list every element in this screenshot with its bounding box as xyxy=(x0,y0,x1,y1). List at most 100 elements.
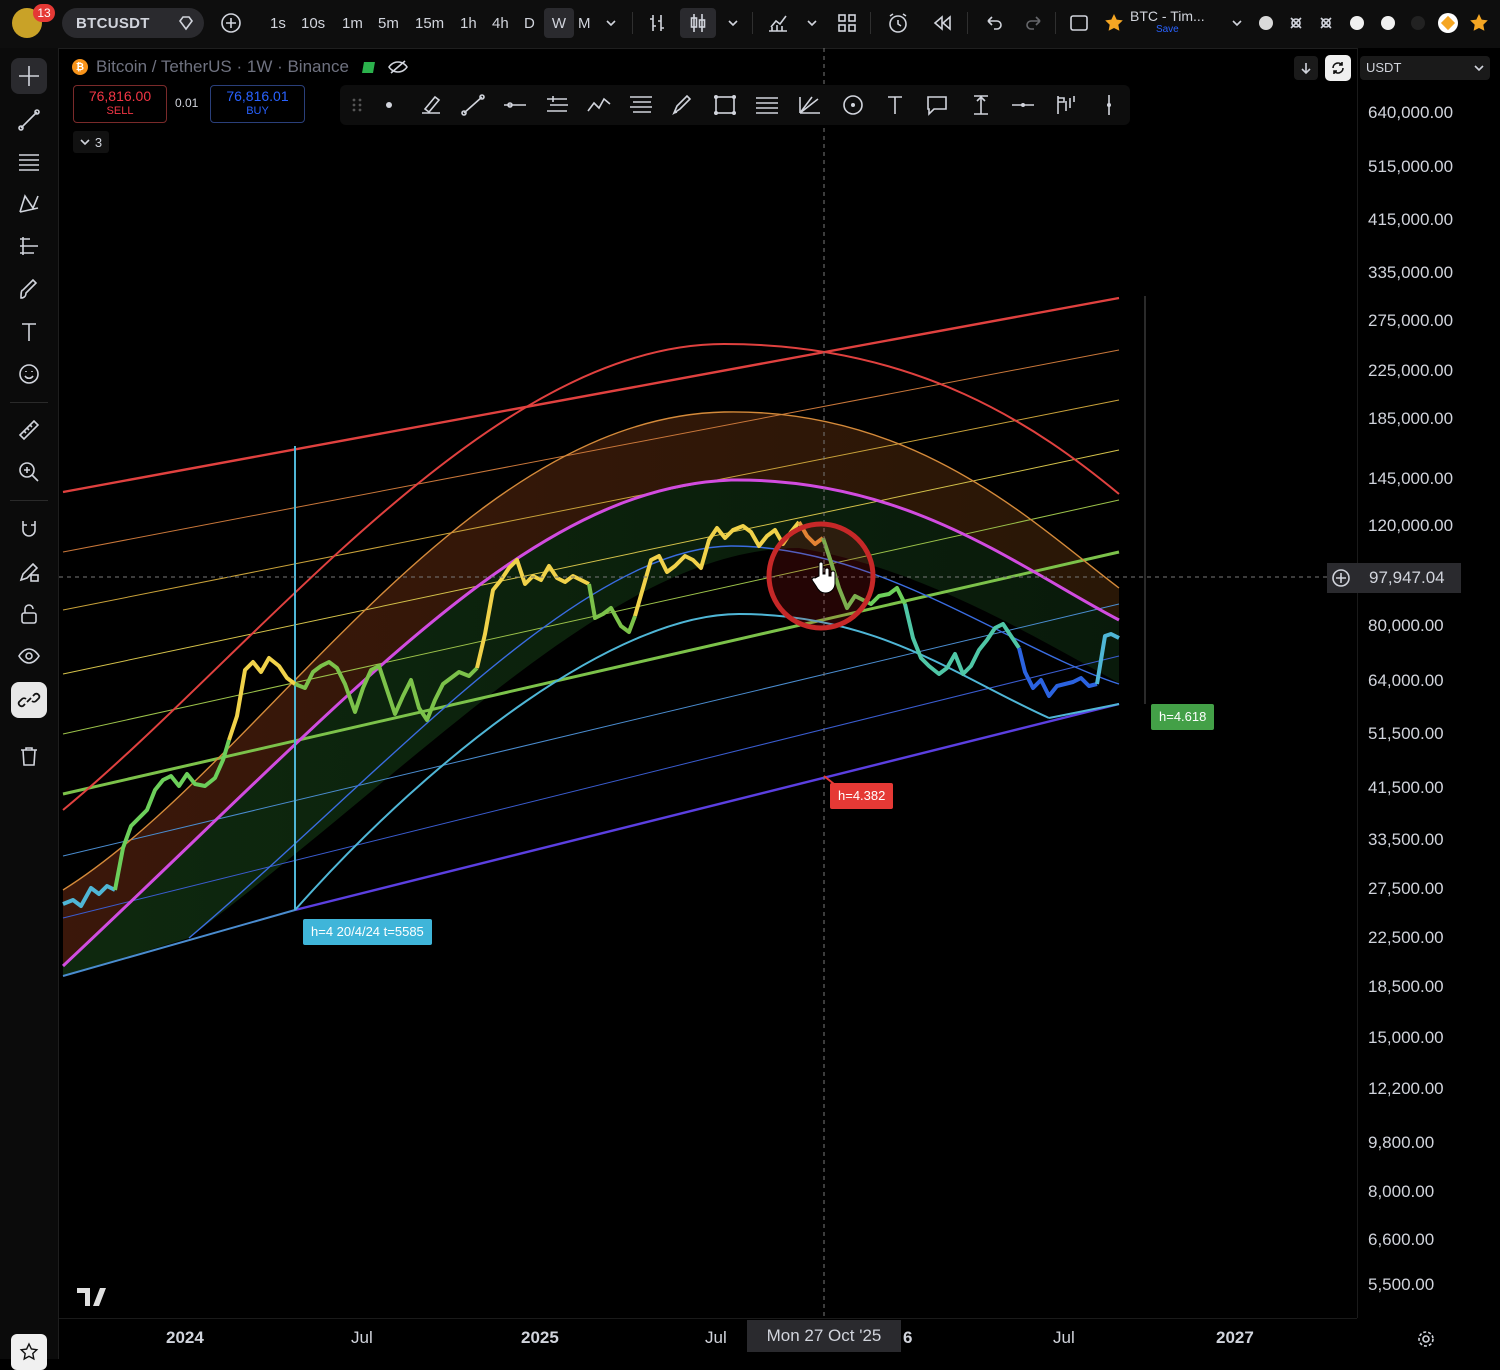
price-chart[interactable] xyxy=(59,48,1357,1318)
crosshair-price-value: 97,947.04 xyxy=(1369,568,1445,587)
horizontal-ray-icon[interactable] xyxy=(502,93,528,117)
timeframe-1s[interactable]: 1s xyxy=(266,8,290,38)
dot-icon[interactable] xyxy=(376,93,402,117)
price-tick: 41,500.00 xyxy=(1368,778,1444,797)
extension-orange-icon[interactable] xyxy=(1436,8,1460,38)
price-tick: 64,000.00 xyxy=(1368,671,1444,690)
rectangle-icon[interactable] xyxy=(712,93,738,117)
trend-line-tool[interactable] xyxy=(11,102,47,138)
drag-handle-icon[interactable] xyxy=(344,93,370,117)
emoji-tool[interactable] xyxy=(11,356,47,392)
text-tool[interactable] xyxy=(11,314,47,350)
long-position-icon[interactable] xyxy=(1052,93,1078,117)
green-band xyxy=(63,479,1119,976)
text-icon[interactable] xyxy=(882,93,908,117)
price-tick: 9,800.00 xyxy=(1368,1133,1435,1152)
sync-drawings-tool[interactable] xyxy=(11,682,47,718)
price-tick: 22,500.00 xyxy=(1368,928,1444,947)
timeframe-m[interactable]: M xyxy=(574,8,595,38)
brush-tool[interactable] xyxy=(11,272,47,308)
market-status-icon xyxy=(361,61,375,73)
indicators-toggle[interactable]: 3 xyxy=(73,131,109,153)
forecast-tool[interactable] xyxy=(11,228,47,264)
redo-button[interactable] xyxy=(1022,8,1048,38)
extension-dot-icon[interactable] xyxy=(1378,8,1398,38)
remove-drawings-tool[interactable] xyxy=(11,738,47,774)
layout-dropdown[interactable] xyxy=(1230,8,1244,38)
bar-style-button[interactable] xyxy=(644,8,670,38)
extension-dot-icon[interactable] xyxy=(1347,8,1367,38)
extension-cup-icon[interactable] xyxy=(1256,8,1276,38)
timeframe-w[interactable]: W xyxy=(544,8,574,38)
compare-symbol-button[interactable] xyxy=(218,8,244,38)
path-icon[interactable] xyxy=(586,93,612,117)
vertical-line-icon[interactable] xyxy=(1096,93,1122,117)
symbol-search-button[interactable]: BTCUSDT xyxy=(62,8,204,38)
fib-retracement-icon[interactable] xyxy=(628,93,654,117)
crosshair-price-label[interactable]: 97,947.04 xyxy=(1327,563,1461,593)
timeframe-1m[interactable]: 1m xyxy=(338,8,367,38)
annotation-label-red[interactable]: h=4.382 xyxy=(830,783,894,809)
stay-in-drawing-tool[interactable] xyxy=(11,554,47,590)
lock-drawings-tool[interactable] xyxy=(11,596,47,632)
timeframe-4h[interactable]: 4h xyxy=(488,8,513,38)
annotation-label-green[interactable]: h=4.618 xyxy=(1151,704,1215,730)
gann-icon[interactable] xyxy=(796,93,822,117)
crosshair-tool[interactable] xyxy=(11,58,47,94)
timeframe-15m[interactable]: 15m xyxy=(411,8,448,38)
channel-line-5 xyxy=(62,603,1120,857)
measure-tool[interactable] xyxy=(11,412,47,448)
parallel-channel-icon[interactable] xyxy=(544,93,570,117)
price-tick: 33,500.00 xyxy=(1368,830,1444,849)
favorites-tool[interactable] xyxy=(11,1334,47,1370)
undo-button[interactable] xyxy=(980,8,1006,38)
sell-button[interactable]: 76,816.00 SELL xyxy=(73,85,167,123)
eye-off-icon[interactable] xyxy=(387,59,408,75)
zoom-tool[interactable] xyxy=(11,454,47,490)
chart-type-dropdown[interactable] xyxy=(724,8,742,38)
annotation-label-cyan[interactable]: h=4 20/4/24 t=5585 xyxy=(303,919,432,945)
extension-bug-icon[interactable] xyxy=(1286,8,1306,38)
horizontal-line-icon[interactable] xyxy=(1010,93,1036,117)
fullscreen-button[interactable] xyxy=(1066,8,1092,38)
price-range-icon[interactable] xyxy=(968,93,994,117)
timeframe-10s[interactable]: 10s xyxy=(297,8,329,38)
buy-button[interactable]: 76,816.01 BUY xyxy=(210,85,305,123)
chart-settings-button[interactable] xyxy=(1416,1329,1436,1349)
fib-fan-icon[interactable] xyxy=(754,93,780,117)
circle-target-icon[interactable] xyxy=(840,93,866,117)
candles-button[interactable] xyxy=(680,8,716,38)
indicators-count: 3 xyxy=(94,134,103,150)
callout-icon[interactable] xyxy=(924,93,950,117)
timeframe-5m[interactable]: 5m xyxy=(374,8,403,38)
trend-line-icon[interactable] xyxy=(460,93,486,117)
favorites-star-icon[interactable] xyxy=(1468,8,1490,38)
extension-dot-icon[interactable] xyxy=(1408,8,1428,38)
timeframe-dropdown[interactable] xyxy=(602,8,620,38)
fib-tool[interactable] xyxy=(11,144,47,180)
symbol-label: BTCUSDT xyxy=(76,14,150,32)
layout-save-label: Save xyxy=(1155,24,1179,35)
hide-drawings-tool[interactable] xyxy=(11,638,47,674)
scroll-down-button[interactable] xyxy=(1294,56,1318,80)
layout-name-button[interactable]: BTC - Tim... Save xyxy=(1104,8,1244,38)
currency-select[interactable]: USDT xyxy=(1360,56,1490,80)
auto-scale-button[interactable] xyxy=(1325,55,1351,81)
layouts-button[interactable] xyxy=(834,8,860,38)
bars-icon xyxy=(650,15,664,31)
extension-close-icon[interactable] xyxy=(1316,8,1336,38)
magnet-tool[interactable] xyxy=(11,512,47,548)
floating-drawing-toolbar xyxy=(340,85,1130,125)
timeframe-d[interactable]: D xyxy=(520,8,539,38)
alert-button[interactable] xyxy=(884,8,912,38)
replay-button[interactable] xyxy=(929,8,955,38)
pen-icon[interactable] xyxy=(670,93,696,117)
indicators-button[interactable] xyxy=(764,8,792,38)
spread-value: 0.01 xyxy=(175,96,199,110)
pattern-tool[interactable] xyxy=(11,186,47,222)
time-tick: 2025 xyxy=(521,1328,559,1347)
timeframe-1h[interactable]: 1h xyxy=(456,8,481,38)
highlighter-icon[interactable] xyxy=(418,93,444,117)
indicators-dropdown[interactable] xyxy=(803,8,821,38)
rewind-icon xyxy=(933,15,951,31)
